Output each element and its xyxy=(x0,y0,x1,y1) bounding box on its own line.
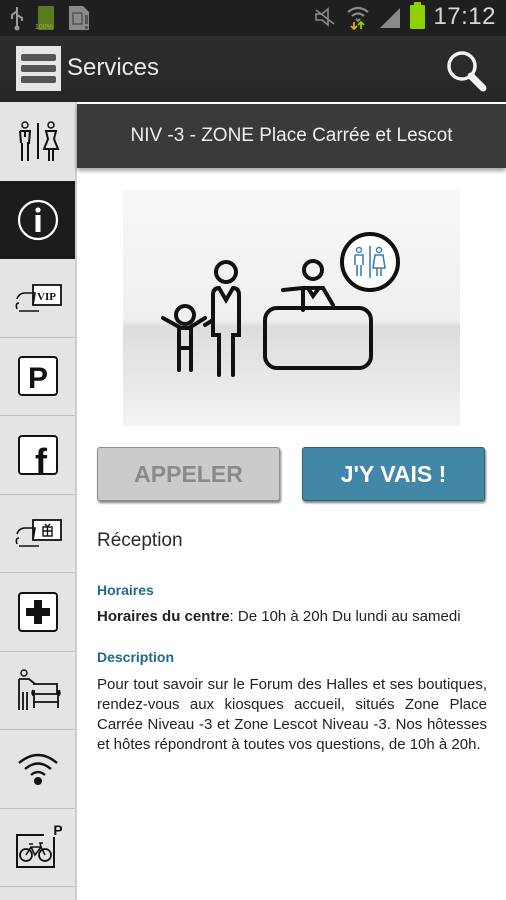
sidebar-item-info[interactable] xyxy=(0,180,75,259)
battery-percent: 100% xyxy=(35,24,53,31)
vip-card-icon: VIP xyxy=(15,283,62,312)
search-icon[interactable] xyxy=(444,48,488,92)
sidebar-item-lounge[interactable] xyxy=(0,651,75,730)
wifi-icon xyxy=(17,753,58,785)
menu-button[interactable] xyxy=(16,46,61,91)
service-title: Réception xyxy=(97,530,183,551)
sidebar-item-gift-card[interactable] xyxy=(0,494,75,573)
parking-icon: P xyxy=(17,356,58,397)
hours-value: : De 10h à 20h Du lundi au samedi xyxy=(229,608,461,625)
sidebar-item-bike-parking[interactable]: P xyxy=(0,808,75,887)
battery-icon xyxy=(410,2,426,29)
hamburger-icon xyxy=(21,54,56,61)
sidebar-item-wifi[interactable] xyxy=(0,730,75,809)
sidebar: VIP P f P xyxy=(0,102,77,900)
hamburger-line xyxy=(21,65,56,72)
hours-heading: Horaires xyxy=(97,582,154,598)
first-aid-icon xyxy=(17,591,58,632)
signal-icon xyxy=(380,8,401,28)
info-icon xyxy=(17,199,58,240)
bike-parking-icon: P xyxy=(15,823,62,869)
hours-label: Horaires du centre xyxy=(97,608,230,625)
reception-desk-illustration xyxy=(161,232,400,377)
battery-icon: 100% xyxy=(35,6,54,31)
reception-illustration xyxy=(123,190,460,426)
sim-alert-icon xyxy=(69,6,89,30)
app-title: Services xyxy=(67,54,160,81)
description-text: Pour tout savoir sur le Forum des Halles… xyxy=(97,676,487,753)
svg-text:P: P xyxy=(53,823,62,838)
status-bar: 100% 17:12 xyxy=(0,0,506,36)
sidebar-item-vip[interactable]: VIP xyxy=(0,259,75,338)
action-bar: Services xyxy=(0,36,506,102)
facebook-icon: f xyxy=(17,434,58,476)
sidebar-item-parking[interactable]: P xyxy=(0,337,75,416)
lounge-icon xyxy=(17,669,61,711)
go-there-button[interactable]: J'Y VAIS ! xyxy=(302,447,485,501)
details-section: Réception Horaires Horaires du centre: D… xyxy=(97,530,487,755)
gift-card-icon xyxy=(15,519,62,548)
toilets-icon xyxy=(18,121,59,162)
svg-text:P: P xyxy=(27,362,47,395)
svg-text:VIP: VIP xyxy=(37,291,56,303)
usb-icon xyxy=(11,7,23,31)
wifi-icon xyxy=(347,6,370,30)
mute-icon xyxy=(315,7,335,27)
hours-line: Horaires du centre: De 10h à 20h Du lund… xyxy=(97,608,487,625)
hamburger-line xyxy=(21,76,56,83)
sidebar-item-facebook[interactable]: f xyxy=(0,416,75,495)
location-header: NIV -3 - ZONE Place Carrée et Lescot xyxy=(77,104,506,168)
clock: 17:12 xyxy=(433,3,496,30)
sidebar-item-toilets[interactable] xyxy=(0,102,75,181)
description-heading: Description xyxy=(97,649,175,665)
call-button[interactable]: APPELER xyxy=(97,447,280,501)
sidebar-item-first-aid[interactable] xyxy=(0,573,75,652)
svg-text:f: f xyxy=(35,441,48,476)
